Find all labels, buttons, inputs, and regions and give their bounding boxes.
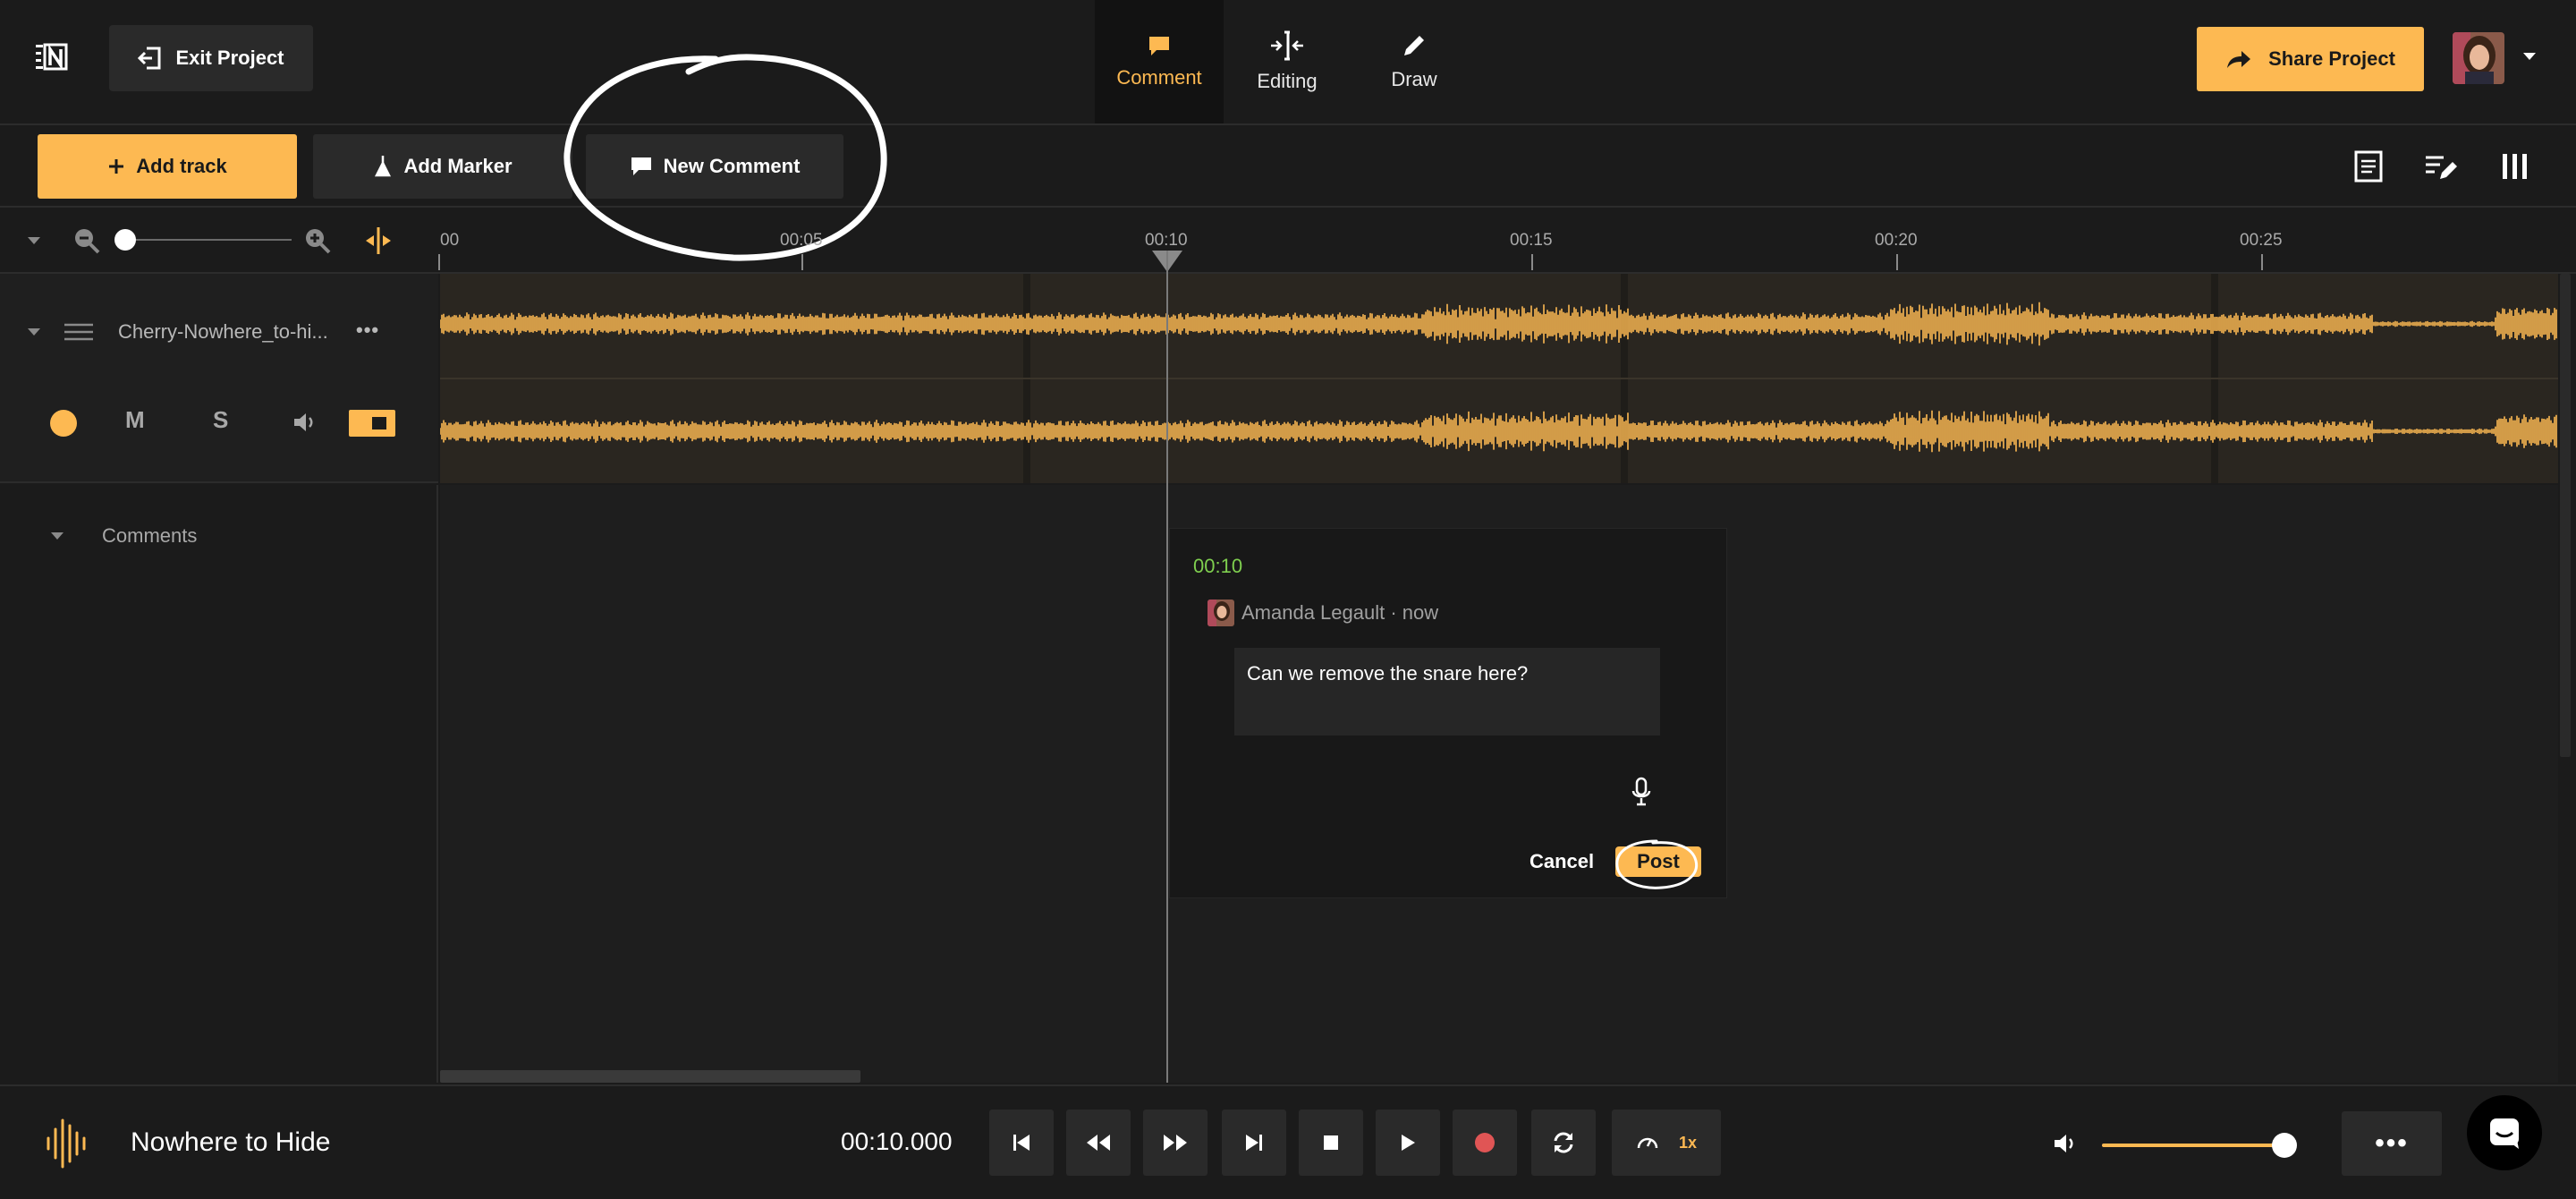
- fast-forward-button[interactable]: [1143, 1110, 1208, 1176]
- cancel-button[interactable]: Cancel: [1530, 850, 1594, 873]
- playback-speed-button[interactable]: 1x: [1612, 1110, 1721, 1176]
- comments-label: Comments: [102, 524, 198, 547]
- comment-input[interactable]: [1234, 648, 1660, 736]
- annotation-circle: [1610, 836, 1710, 893]
- chat-icon: [2487, 1115, 2522, 1151]
- tab-draw[interactable]: Draw: [1351, 0, 1478, 123]
- add-track-button[interactable]: Add track: [38, 134, 297, 199]
- ruler-tick-label: 00:20: [1875, 231, 1918, 250]
- waveform-graphic: [440, 274, 2558, 483]
- comments-collapse-icon[interactable]: [48, 530, 66, 542]
- ruler-tick: [801, 254, 803, 270]
- tab-editing[interactable]: Editing: [1224, 0, 1351, 123]
- speedometer-icon: [1636, 1132, 1659, 1153]
- fast-forward-icon: [1162, 1133, 1189, 1152]
- track-header: [0, 274, 438, 483]
- drag-handle-icon[interactable]: [63, 322, 95, 342]
- loop-button[interactable]: [1531, 1110, 1596, 1176]
- zoom-slider-knob[interactable]: [114, 229, 136, 251]
- rewind-button[interactable]: [1066, 1110, 1131, 1176]
- volume-slider[interactable]: [2102, 1144, 2286, 1147]
- collapse-caret-icon[interactable]: [25, 234, 43, 247]
- ruler-tick-label: 00:15: [1510, 231, 1553, 250]
- comment-timestamp[interactable]: 00:10: [1193, 555, 1242, 578]
- skip-forward-icon: [1243, 1132, 1265, 1153]
- exit-project-label: Exit Project: [175, 47, 284, 69]
- rewind-icon: [1085, 1133, 1112, 1152]
- share-project-label: Share Project: [2268, 47, 2395, 70]
- loop-icon: [1551, 1130, 1576, 1155]
- waveform-channel: [440, 302, 2557, 346]
- ruler-tick-label: 00: [440, 231, 460, 250]
- notes-icon[interactable]: [2349, 147, 2388, 186]
- ruler-tick-label: 00:25: [2240, 231, 2283, 250]
- skip-to-end-button[interactable]: [1222, 1110, 1286, 1176]
- pan-toggle[interactable]: [349, 410, 395, 437]
- playback-speed-label: 1x: [1678, 1133, 1698, 1152]
- split-icon: [1269, 30, 1305, 61]
- add-marker-button[interactable]: Add Marker: [313, 134, 572, 199]
- skip-back-icon: [1011, 1132, 1032, 1153]
- waveform-channel: [440, 410, 2557, 453]
- stop-button[interactable]: [1299, 1110, 1363, 1176]
- microphone-icon[interactable]: [1630, 777, 1653, 807]
- transport-bar: [0, 1084, 2576, 1199]
- comment-author: Amanda Legault · now: [1241, 601, 1439, 624]
- exit-icon: [138, 46, 163, 71]
- snap-icon[interactable]: [363, 225, 394, 256]
- plus-icon: [107, 157, 125, 175]
- more-options-button[interactable]: •••: [2342, 1111, 2442, 1176]
- ruler-tick-label: 00:05: [780, 231, 823, 250]
- zoom-in-icon[interactable]: [302, 225, 333, 256]
- record-button[interactable]: [1453, 1110, 1517, 1176]
- ruler-tick-label: 00:10: [1145, 231, 1188, 250]
- edit-notes-icon[interactable]: [2420, 147, 2460, 186]
- master-volume-icon[interactable]: [2052, 1131, 2079, 1156]
- waveform-logo-icon: [43, 1117, 93, 1170]
- track-collapse-icon[interactable]: [25, 326, 43, 338]
- play-button[interactable]: [1376, 1110, 1440, 1176]
- tab-comment[interactable]: Comment: [1095, 0, 1224, 123]
- ruler-tick: [1896, 254, 1898, 270]
- pencil-icon: [1401, 32, 1428, 59]
- track-more-button[interactable]: •••: [356, 319, 379, 342]
- zoom-slider[interactable]: [120, 239, 292, 241]
- chat-support-button[interactable]: [2467, 1095, 2542, 1170]
- play-icon: [1399, 1133, 1417, 1152]
- chevron-down-icon[interactable]: [2521, 50, 2538, 63]
- ruler-tick: [1531, 254, 1533, 270]
- comments-sidebar: [0, 485, 438, 1083]
- mute-button[interactable]: M: [125, 406, 145, 434]
- ruler-tick: [438, 254, 440, 270]
- solo-button[interactable]: S: [213, 406, 228, 434]
- columns-icon[interactable]: [2496, 147, 2535, 186]
- track-name[interactable]: Cherry-Nowhere_to-hi...: [118, 320, 328, 344]
- app-logo-icon[interactable]: [34, 39, 70, 75]
- share-project-button[interactable]: Share Project: [2197, 27, 2424, 91]
- horizontal-scrollbar[interactable]: [440, 1070, 860, 1083]
- volume-icon[interactable]: [292, 410, 318, 435]
- comment-icon: [1148, 34, 1171, 57]
- record-icon: [1473, 1131, 1496, 1154]
- add-track-label: Add track: [136, 155, 227, 177]
- tab-editing-label: Editing: [1257, 70, 1318, 92]
- volume-slider-knob[interactable]: [2272, 1133, 2297, 1158]
- add-marker-label: Add Marker: [403, 155, 513, 177]
- record-arm-button[interactable]: [50, 410, 77, 437]
- user-avatar[interactable]: [2453, 32, 2504, 84]
- ruler-tick: [2261, 254, 2263, 270]
- tab-comment-label: Comment: [1116, 66, 1202, 89]
- marker-icon: [373, 154, 393, 179]
- skip-to-start-button[interactable]: [989, 1110, 1054, 1176]
- playhead-line: [1166, 251, 1168, 1083]
- time-display: 00:10.000: [841, 1127, 953, 1155]
- zoom-out-icon[interactable]: [72, 225, 102, 256]
- share-arrow-icon: [2225, 48, 2252, 70]
- exit-project-button[interactable]: Exit Project: [109, 25, 313, 91]
- vertical-scrollbar[interactable]: [2560, 274, 2571, 757]
- stop-icon: [1322, 1134, 1340, 1152]
- comment-author-avatar: [1208, 600, 1234, 626]
- tab-draw-label: Draw: [1391, 68, 1437, 90]
- song-title: Nowhere to Hide: [131, 1127, 331, 1157]
